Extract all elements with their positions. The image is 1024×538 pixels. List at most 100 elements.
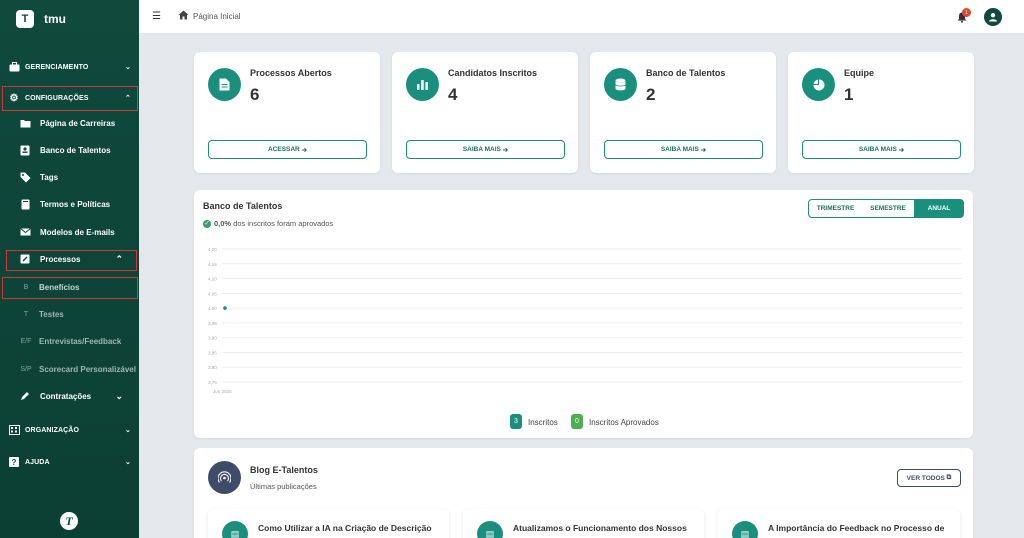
- arrow-right-circle-icon: ➔: [700, 146, 707, 154]
- stat-value: 6: [250, 85, 260, 104]
- sidebar-item-label: Tags: [40, 172, 59, 182]
- y-tick-label: 4,20: [208, 247, 217, 252]
- stat-title: Processos Abertos: [250, 68, 332, 78]
- stat-title: Candidatos Inscritos: [448, 68, 538, 78]
- data-point[interactable]: [222, 305, 228, 311]
- y-tick-label: 3,80: [208, 365, 217, 370]
- sidebar-item-label: Modelos de E-mails: [40, 227, 115, 237]
- stat-value: 4: [448, 85, 458, 104]
- briefcase-icon: [8, 62, 20, 72]
- book-icon: [19, 199, 31, 210]
- sidebar-item-contratacoes[interactable]: Contratações ⌄: [0, 385, 139, 407]
- acessar-button[interactable]: ACESSAR ➔: [208, 140, 367, 159]
- sidebar-item-entrevistas-feedback[interactable]: E/F Entrevistas/Feedback: [0, 330, 139, 352]
- folder-icon: [19, 119, 31, 128]
- saiba-mais-button[interactable]: SAIBA MAIS ➔: [406, 140, 565, 159]
- arrow-right-circle-icon: ➔: [502, 146, 509, 154]
- sidebar-item-label: Testes: [39, 309, 64, 319]
- chevron-down-icon: ⌄: [115, 390, 123, 401]
- pen-icon: [19, 391, 31, 401]
- sidebar-item-banco-talentos[interactable]: Banco de Talentos: [0, 139, 139, 161]
- footer-logo: T: [60, 512, 78, 530]
- button-label: SAIBA MAIS: [858, 146, 897, 153]
- broadcast-icon: [208, 461, 241, 494]
- arrow-right-circle-icon: ➔: [301, 146, 308, 154]
- stat-title: Equipe: [844, 68, 875, 78]
- stat-card-processos: Processos Abertos 6 ACESSAR ➔: [194, 52, 380, 173]
- blog-post-title[interactable]: Atualizamos o Funcionamento dos Nossos: [513, 523, 687, 533]
- sidebar-section-organizacao[interactable]: ORGANIZAÇÃO ⌄: [0, 419, 139, 441]
- chevron-down-icon: ⌄: [125, 427, 131, 434]
- sidebar: T tmu GERENCIAMENTO ⌄ ⚙ CONFIGURAÇÕES ⌃ …: [0, 0, 139, 538]
- sidebar-item-tags[interactable]: Tags: [0, 166, 139, 188]
- arrow-right-circle-icon: ➔: [898, 146, 905, 154]
- file-icon: [208, 68, 241, 101]
- legend-count-inscritos: 3: [510, 414, 522, 429]
- sidebar-section-label: ORGANIZAÇÃO: [25, 426, 79, 434]
- blog-post-title[interactable]: A Importância do Feedback no Processo de: [768, 523, 944, 533]
- home-icon[interactable]: [178, 10, 189, 23]
- blog-post-card[interactable]: ▤ A Importância do Feedback no Processo …: [718, 509, 960, 538]
- y-tick-label: 4,05: [208, 291, 217, 296]
- sidebar-item-label: Banco de Talentos: [40, 145, 111, 155]
- button-label: SAIBA MAIS: [660, 146, 699, 153]
- breadcrumb[interactable]: Página Inicial: [193, 12, 241, 21]
- sidebar-item-abbr: T: [23, 310, 29, 318]
- sidebar-item-termos-politicas[interactable]: Termos e Políticas: [0, 193, 139, 215]
- sidebar-item-testes[interactable]: T Testes: [0, 303, 139, 325]
- external-link-icon: ⧉: [946, 474, 952, 481]
- brand-name: tmu: [44, 12, 66, 26]
- sidebar-section-label: GERENCIAMENTO: [25, 63, 89, 71]
- y-tick-label: 4,15: [208, 262, 217, 267]
- svg-text:?: ?: [12, 458, 17, 467]
- newspaper-icon: ▤: [732, 521, 758, 538]
- blog-post-card[interactable]: ▤ Como Utilizar a IA na Criação de Descr…: [208, 509, 449, 538]
- building-icon: [8, 425, 20, 435]
- bar-chart-icon: [406, 68, 439, 101]
- stat-value: 2: [646, 85, 656, 104]
- sidebar-item-scorecard[interactable]: S/P Scorecard Personalizável: [0, 358, 139, 380]
- pie-chart-icon: [802, 68, 835, 101]
- line-chart: 4,20 4,15 4,10 4,05 4,00 3,95 3,90 3,85 3,80 3,75…: [208, 247, 962, 394]
- stat-card-equipe: Equipe 1 SAIBA MAIS ➔: [788, 52, 974, 173]
- sidebar-section-ajuda[interactable]: ? AJUDA ⌄: [0, 451, 139, 473]
- y-tick-label: 4,10: [208, 277, 217, 282]
- saiba-mais-button[interactable]: SAIBA MAIS ➔: [604, 140, 763, 159]
- y-tick-label: 3,75: [208, 380, 217, 385]
- blog-post-card[interactable]: ▤ Atualizamos o Funcionamento dos Nossos: [463, 509, 704, 538]
- newspaper-icon: ▤: [477, 521, 503, 538]
- sidebar-item-label: Scorecard Personalizável: [39, 364, 136, 374]
- stat-value: 1: [844, 85, 854, 104]
- sidebar-item-pagina-carreiras[interactable]: Página de Carreiras: [0, 112, 139, 134]
- blog-post-title[interactable]: Como Utilizar a IA na Criação de Descriç…: [258, 523, 432, 533]
- hamburger-menu-icon[interactable]: ☰: [152, 11, 161, 22]
- brand[interactable]: T tmu: [0, 0, 139, 38]
- highlight-box: [2, 86, 138, 111]
- y-tick-label: 3,95: [208, 321, 217, 326]
- sidebar-item-abbr: S/P: [20, 365, 32, 373]
- stat-title: Banco de Talentos: [646, 68, 726, 78]
- chevron-down-icon: ⌄: [125, 64, 131, 71]
- sidebar-item-label: Entrevistas/Feedback: [39, 336, 122, 346]
- button-label: VER TODOS: [906, 474, 945, 482]
- legend-label-inscritos[interactable]: Inscritos: [528, 418, 558, 427]
- sidebar-item-modelos-emails[interactable]: Modelos de E-mails: [0, 221, 139, 243]
- legend-label-aprovados[interactable]: Inscritos Aprovados: [589, 418, 659, 427]
- brand-logo: T: [16, 10, 34, 28]
- sidebar-section-label: AJUDA: [25, 458, 50, 466]
- banco-talentos-chart-card: Banco de Talentos ✓ 0,0% dos inscritos f…: [194, 190, 973, 438]
- sidebar-item-label: Termos e Políticas: [40, 199, 111, 209]
- saiba-mais-button[interactable]: SAIBA MAIS ➔: [802, 140, 961, 159]
- y-tick-label: 3,90: [208, 336, 217, 341]
- button-label: ACESSAR: [267, 146, 300, 153]
- blog-title: Blog E-Talentos: [250, 465, 318, 475]
- tag-icon: [19, 172, 31, 183]
- avatar[interactable]: [984, 8, 1002, 26]
- sidebar-item-abbr: E/F: [20, 337, 32, 345]
- ver-todos-button[interactable]: VER TODOS ⧉: [897, 469, 961, 487]
- blog-card: Blog E-Talentos Últimas publicações VER …: [194, 448, 973, 538]
- topbar: ☰ Página Inicial 1: [139, 0, 1024, 34]
- legend-count-aprovados: 0: [571, 414, 583, 429]
- sidebar-section-gerenciamento[interactable]: GERENCIAMENTO ⌄: [0, 56, 139, 78]
- help-icon: ?: [8, 457, 20, 467]
